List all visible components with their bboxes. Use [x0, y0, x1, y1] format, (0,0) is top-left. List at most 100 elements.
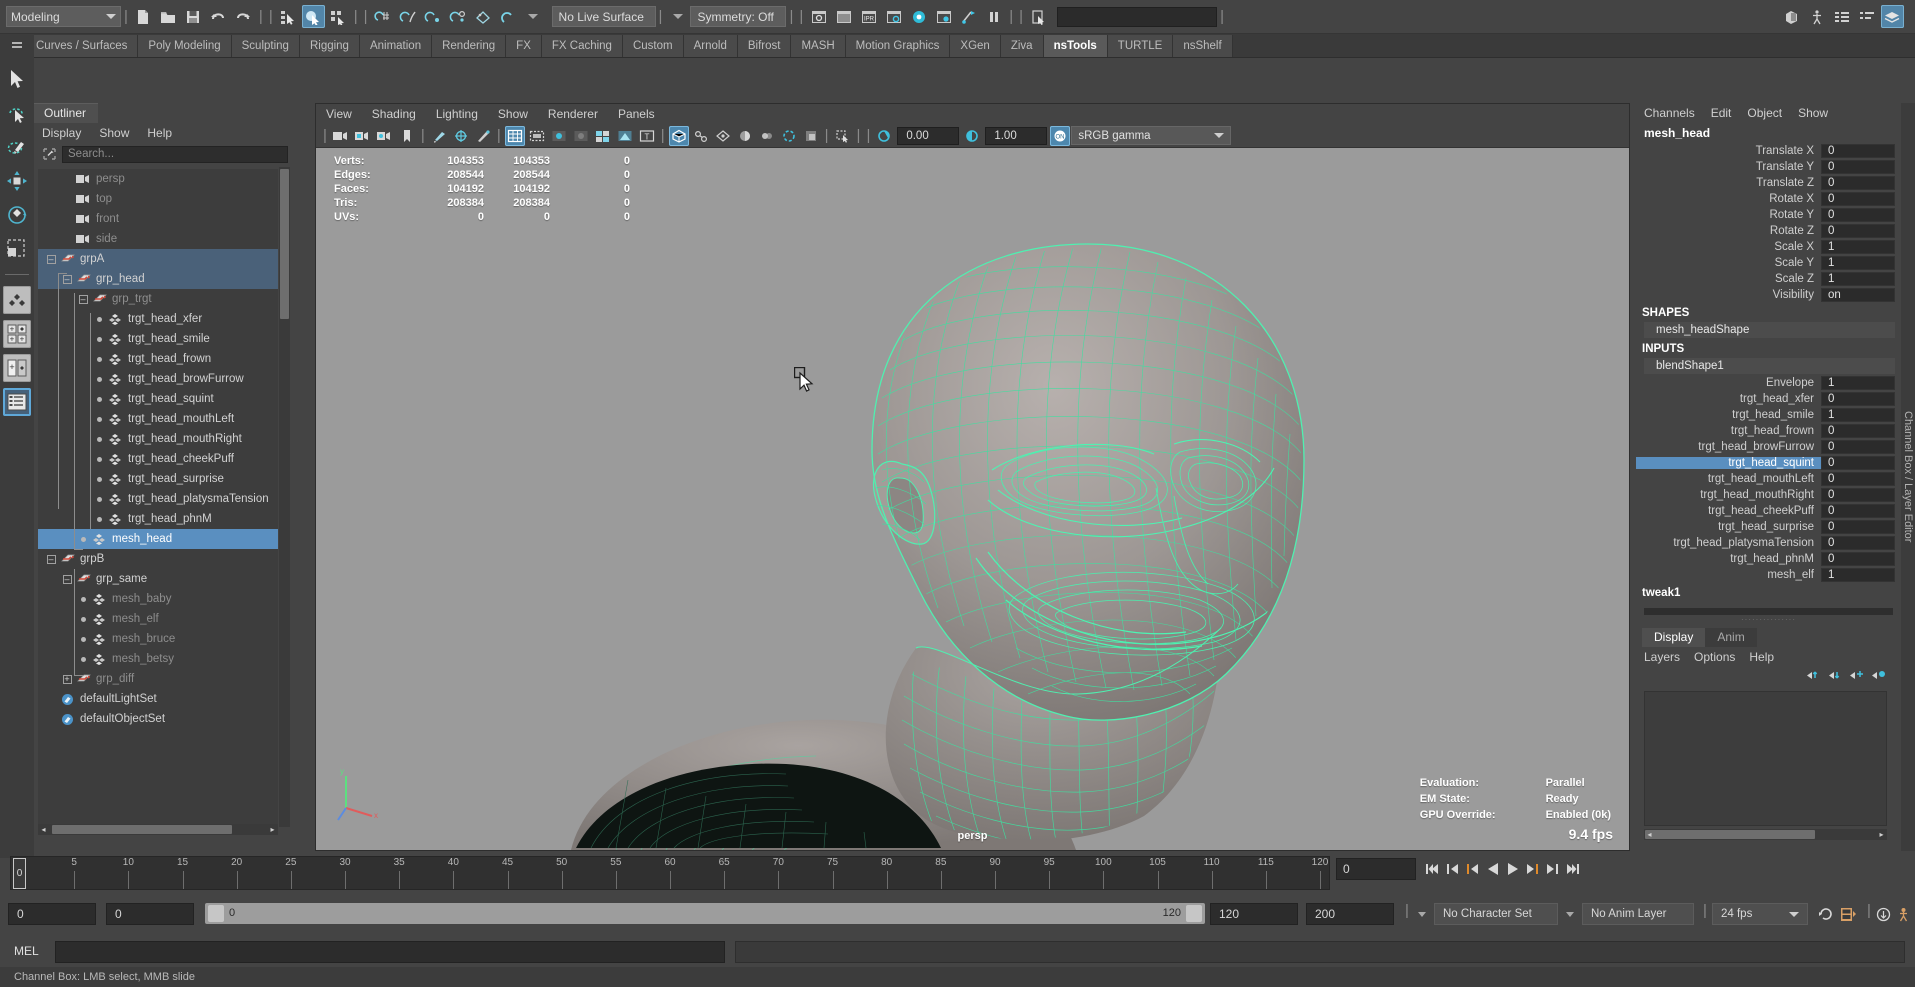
channel-box-menu-show[interactable]: Show	[1798, 106, 1828, 120]
channel-row-Translate Y[interactable]: Translate Y0	[1636, 159, 1901, 175]
isolate-select-icon[interactable]	[833, 126, 853, 146]
channel-value[interactable]: 1	[1821, 568, 1895, 582]
channel-value[interactable]: 0	[1821, 488, 1895, 502]
layer-menu-help[interactable]: Help	[1749, 650, 1774, 664]
channel-row-trgt_head_frown[interactable]: trgt_head_frown0	[1636, 423, 1901, 439]
channel-value[interactable]: on	[1821, 288, 1895, 302]
use-all-lights-icon[interactable]	[615, 126, 635, 146]
channel-row-trgt_head_surprise[interactable]: trgt_head_surprise0	[1636, 519, 1901, 535]
smooth-shade-icon[interactable]	[571, 126, 591, 146]
shelf-tab-mash[interactable]: MASH	[791, 35, 845, 57]
channel-box-menu-channels[interactable]: Channels	[1644, 106, 1695, 120]
channel-value[interactable]: 1	[1821, 376, 1895, 390]
step-back-keyframe-icon[interactable]	[1444, 858, 1461, 880]
channel-value[interactable]: 0	[1821, 224, 1895, 238]
channel-value[interactable]: 0	[1821, 440, 1895, 454]
channel-value[interactable]: 0	[1821, 472, 1895, 486]
outliner-persp-layout-icon[interactable]	[0, 385, 34, 419]
new-layer-from-selected-icon[interactable]	[1871, 669, 1887, 685]
select-by-component-icon[interactable]	[327, 5, 350, 28]
shelf-tab-motion-graphics[interactable]: Motion Graphics	[846, 35, 951, 57]
scroll-right-icon[interactable]: ▸	[267, 824, 278, 835]
range-slider-bar[interactable]: 0 120	[205, 903, 1205, 924]
render-sequence-icon[interactable]	[832, 5, 855, 28]
exposure-icon[interactable]	[874, 126, 894, 146]
playback-start-time-field[interactable]: 0	[106, 903, 194, 925]
bookmark-icon[interactable]	[397, 126, 417, 146]
playblast-icon[interactable]	[1896, 907, 1911, 925]
channel-row-Envelope[interactable]: Envelope1	[1636, 375, 1901, 391]
outliner-item-front[interactable]: front	[38, 209, 278, 229]
channel-box-input-channels[interactable]: Envelope1trgt_head_xfer0trgt_head_smile1…	[1636, 375, 1901, 583]
shelf-tab-arnold[interactable]: Arnold	[684, 35, 738, 57]
exposure-value-field[interactable]: 0.00	[897, 127, 959, 145]
camera-attributes-icon[interactable]	[375, 126, 395, 146]
move-layer-down-icon[interactable]	[1827, 669, 1843, 685]
menu-set-dropdown[interactable]: Modeling	[6, 6, 121, 27]
open-layer-editor-icon[interactable]	[1881, 5, 1904, 28]
search-input[interactable]	[62, 146, 288, 163]
tab-anim-layers[interactable]: Anim	[1705, 628, 1756, 647]
channel-box-tweak-node[interactable]: tweak1	[1636, 583, 1901, 601]
channel-row-Rotate X[interactable]: Rotate X0	[1636, 191, 1901, 207]
channel-value[interactable]: 1	[1821, 256, 1895, 270]
command-language-label[interactable]: MEL	[14, 944, 39, 958]
channel-value[interactable]: 1	[1821, 240, 1895, 254]
new-layer-icon[interactable]	[1849, 669, 1865, 685]
xray-shading-icon[interactable]	[669, 126, 689, 146]
channel-row-trgt_head_cheekPuff[interactable]: trgt_head_cheekPuff0	[1636, 503, 1901, 519]
live-surface-field[interactable]: No Live Surface	[552, 6, 656, 27]
scale-tool-icon[interactable]	[0, 232, 34, 266]
shelf-tab-rendering[interactable]: Rendering	[432, 35, 506, 57]
outliner-menu-display[interactable]: Display	[42, 126, 81, 140]
channel-value[interactable]: 0	[1821, 208, 1895, 222]
outliner-tree[interactable]: persptopfrontside–grpA–grp_head–grp_trgt…	[38, 169, 278, 824]
channel-value[interactable]: 0	[1821, 192, 1895, 206]
select-camera-icon[interactable]	[331, 126, 351, 146]
step-back-frame-icon[interactable]	[1464, 858, 1481, 880]
screen-space-ao-icon[interactable]	[735, 126, 755, 146]
multisample-aa-icon[interactable]	[779, 126, 799, 146]
animation-start-time-field[interactable]: 0	[8, 903, 96, 925]
scroll-left-icon[interactable]: ◂	[1644, 829, 1655, 840]
outliner-item-defaultObjectSet[interactable]: defaultObjectSet	[38, 709, 278, 729]
play-forwards-icon[interactable]	[1504, 858, 1521, 880]
channel-row-Visibility[interactable]: Visibilityon	[1636, 287, 1901, 303]
grid-toggle-icon[interactable]	[505, 126, 525, 146]
shelf-tab-bifrost[interactable]: Bifrost	[738, 35, 792, 57]
lasso-select-tool-icon[interactable]	[0, 96, 34, 130]
channel-row-trgt_head_squint[interactable]: trgt_head_squint0	[1636, 455, 1901, 471]
open-attribute-editor-icon[interactable]	[1781, 5, 1804, 28]
snap-to-projected-center-icon[interactable]	[447, 5, 470, 28]
outliner-item-grpA[interactable]: –grpA	[38, 249, 278, 269]
shelf-tab-poly-modeling[interactable]: Poly Modeling	[138, 35, 231, 57]
paint-effects-icon[interactable]	[429, 126, 449, 146]
tree-expander-toggle[interactable]: –	[60, 575, 74, 584]
snap-to-view-plane-icon[interactable]	[472, 5, 495, 28]
time-slider[interactable]: 0510152025303540455055606570758085909510…	[10, 856, 1330, 890]
step-forward-frame-icon[interactable]	[1524, 858, 1541, 880]
outliner-horizontal-scroll-thumb[interactable]	[52, 825, 232, 834]
viewport-menu-show[interactable]: Show	[498, 107, 528, 121]
channel-row-Rotate Y[interactable]: Rotate Y0	[1636, 207, 1901, 223]
outliner-item-side[interactable]: side	[38, 229, 278, 249]
open-scene-icon[interactable]	[157, 5, 180, 28]
channel-value[interactable]: 0	[1821, 456, 1895, 470]
shelf-tab-custom[interactable]: Custom	[623, 35, 684, 57]
animation-end-time-field[interactable]: 200	[1306, 903, 1394, 925]
current-frame-field[interactable]: 0	[1336, 858, 1416, 880]
channel-value[interactable]: 0	[1821, 536, 1895, 550]
render-current-frame-icon[interactable]	[807, 5, 830, 28]
channel-row-trgt_head_mouthLeft[interactable]: trgt_head_mouthLeft0	[1636, 471, 1901, 487]
xray-joints-icon[interactable]	[691, 126, 711, 146]
rendering-flags-icon[interactable]	[957, 5, 980, 28]
channel-value[interactable]: 0	[1821, 424, 1895, 438]
step-forward-keyframe-icon[interactable]	[1544, 858, 1561, 880]
layer-list-scroll-thumb[interactable]	[1645, 830, 1815, 839]
two-pane-layout-icon[interactable]: +	[0, 351, 34, 385]
channel-row-Translate X[interactable]: Translate X0	[1636, 143, 1901, 159]
channel-value[interactable]: 0	[1821, 520, 1895, 534]
xray-text-icon[interactable]: T	[637, 126, 657, 146]
move-tool-icon[interactable]	[0, 164, 34, 198]
layer-menu-options[interactable]: Options	[1694, 650, 1735, 664]
